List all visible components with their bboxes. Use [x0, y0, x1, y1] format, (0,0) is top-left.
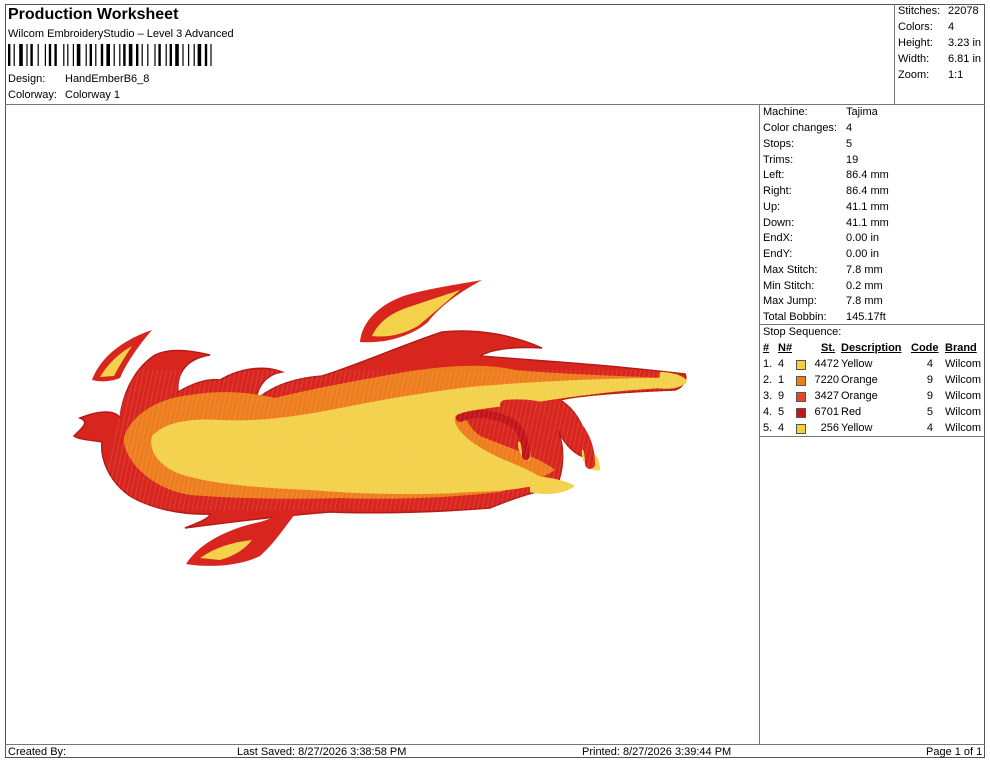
col-description: Description	[841, 342, 902, 354]
colorway-label: Colorway:	[8, 89, 57, 101]
row-description: Red	[841, 406, 862, 418]
summary-colors: Colors: 4	[898, 21, 955, 33]
embroidery-design-preview	[72, 280, 687, 566]
row-num: 2.	[763, 374, 773, 386]
design-label: Design:	[8, 73, 46, 85]
table-row: 4. 5 6701 Red 5 Wilcom	[761, 406, 985, 422]
color-swatch	[796, 408, 806, 418]
row-stitches: 6701	[814, 406, 839, 418]
row-description: Yellow	[841, 422, 873, 434]
detail-max-stitch: Max Stitch: 7.8 mm	[763, 264, 883, 276]
stop-sequence-table: # N# St. Description Code Brand 1. 4 4472 Y…	[761, 342, 985, 438]
row-stitches: 256	[820, 422, 839, 434]
detail-max-jump: Max Jump: 7.8 mm	[763, 295, 883, 307]
row-code: 4	[926, 358, 933, 370]
design-value: HandEmberB6_8	[65, 73, 150, 85]
design-field: Design: HandEmberB6_8	[8, 73, 208, 87]
barcode-icon	[8, 44, 212, 66]
stop-sequence-title: Stop Sequence:	[763, 326, 842, 338]
table-row: 2. 1 7220 Orange 9 Wilcom	[761, 374, 985, 390]
detail-endy: EndY: 0.00 in	[763, 248, 880, 260]
color-swatch	[796, 424, 806, 434]
color-swatch	[796, 360, 806, 370]
row-stitches: 7220	[814, 374, 839, 386]
table-row: 1. 4 4472 Yellow 4 Wilcom	[761, 358, 985, 374]
row-needle: 9	[778, 390, 785, 402]
row-code: 4	[926, 422, 933, 434]
col-needle: N#	[778, 342, 793, 354]
page-title: Production Worksheet	[8, 6, 179, 23]
detail-min-stitch: Min Stitch: 0.2 mm	[763, 280, 883, 292]
table-body: 1. 4 4472 Yellow 4 Wilcom 2. 1 7220 Orange 9 Wilcom…	[761, 358, 985, 438]
software-name: Wilcom EmbroideryStudio – Level 3 Advanc…	[8, 28, 234, 40]
row-description: Yellow	[841, 358, 873, 370]
colorway-value: Colorway 1	[65, 89, 121, 101]
summary-height: Height: 3.23 in	[898, 37, 982, 49]
row-brand: Wilcom	[945, 406, 982, 418]
table-row: 3. 9 3427 Orange 9 Wilcom	[761, 390, 985, 406]
col-code: Code	[911, 342, 939, 354]
row-description: Orange	[841, 374, 878, 386]
row-num: 3.	[763, 390, 773, 402]
detail-trims: Trims: 19	[763, 154, 859, 166]
summary-width: Width: 6.81 in	[898, 53, 982, 65]
row-num: 5.	[763, 422, 773, 434]
footer-last-saved: Last Saved: 8/27/2026 3:38:58 PM	[237, 746, 407, 758]
row-stitches: 4472	[814, 358, 839, 370]
row-needle: 1	[778, 374, 785, 386]
row-num: 1.	[763, 358, 773, 370]
row-needle: 4	[778, 358, 785, 370]
row-stitches: 3427	[814, 390, 839, 402]
row-num: 4.	[763, 406, 773, 418]
col-num: #	[763, 342, 770, 354]
panel-divider	[759, 104, 760, 744]
detail-up: Up: 41.1 mm	[763, 201, 889, 213]
row-brand: Wilcom	[945, 390, 982, 402]
detail-right: Right: 86.4 mm	[763, 185, 889, 197]
colorway-field: Colorway: Colorway 1	[8, 89, 208, 103]
color-swatch	[796, 376, 806, 386]
detail-down: Down: 41.1 mm	[763, 217, 889, 229]
detail-endx: EndX: 0.00 in	[763, 232, 880, 244]
summary-divider	[894, 4, 895, 104]
detail-machine: Machine: Tajima	[763, 106, 878, 118]
detail-total-bobbin: Total Bobbin: 145.17ft	[763, 311, 886, 323]
col-brand: Brand	[945, 342, 977, 354]
row-needle: 5	[778, 406, 785, 418]
row-code: 9	[926, 374, 933, 386]
col-stitches: St.	[821, 342, 836, 354]
row-code: 5	[926, 406, 933, 418]
detail-left: Left: 86.4 mm	[763, 169, 889, 181]
row-code: 9	[926, 390, 933, 402]
row-brand: Wilcom	[945, 374, 982, 386]
footer-page: Page 1 of 1	[926, 746, 983, 758]
row-brand: Wilcom	[945, 422, 982, 434]
table-row: 5. 4 256 Yellow 4 Wilcom	[761, 422, 985, 438]
header-divider	[5, 104, 985, 105]
row-brand: Wilcom	[945, 358, 982, 370]
footer-printed: Printed: 8/27/2026 3:39:44 PM	[582, 746, 732, 758]
row-description: Orange	[841, 390, 878, 402]
footer-created-by: Created By:	[8, 746, 67, 758]
table-header: # N# St. Description Code Brand	[761, 342, 985, 358]
color-swatch	[796, 392, 806, 402]
summary-zoom: Zoom: 1:1	[898, 69, 964, 81]
detail-color-changes: Color changes: 4	[763, 122, 853, 134]
row-needle: 4	[778, 422, 785, 434]
footer-divider	[5, 744, 985, 745]
summary-stitches: Stitches: 22078	[898, 5, 979, 17]
detail-stops: Stops: 5	[763, 138, 853, 150]
